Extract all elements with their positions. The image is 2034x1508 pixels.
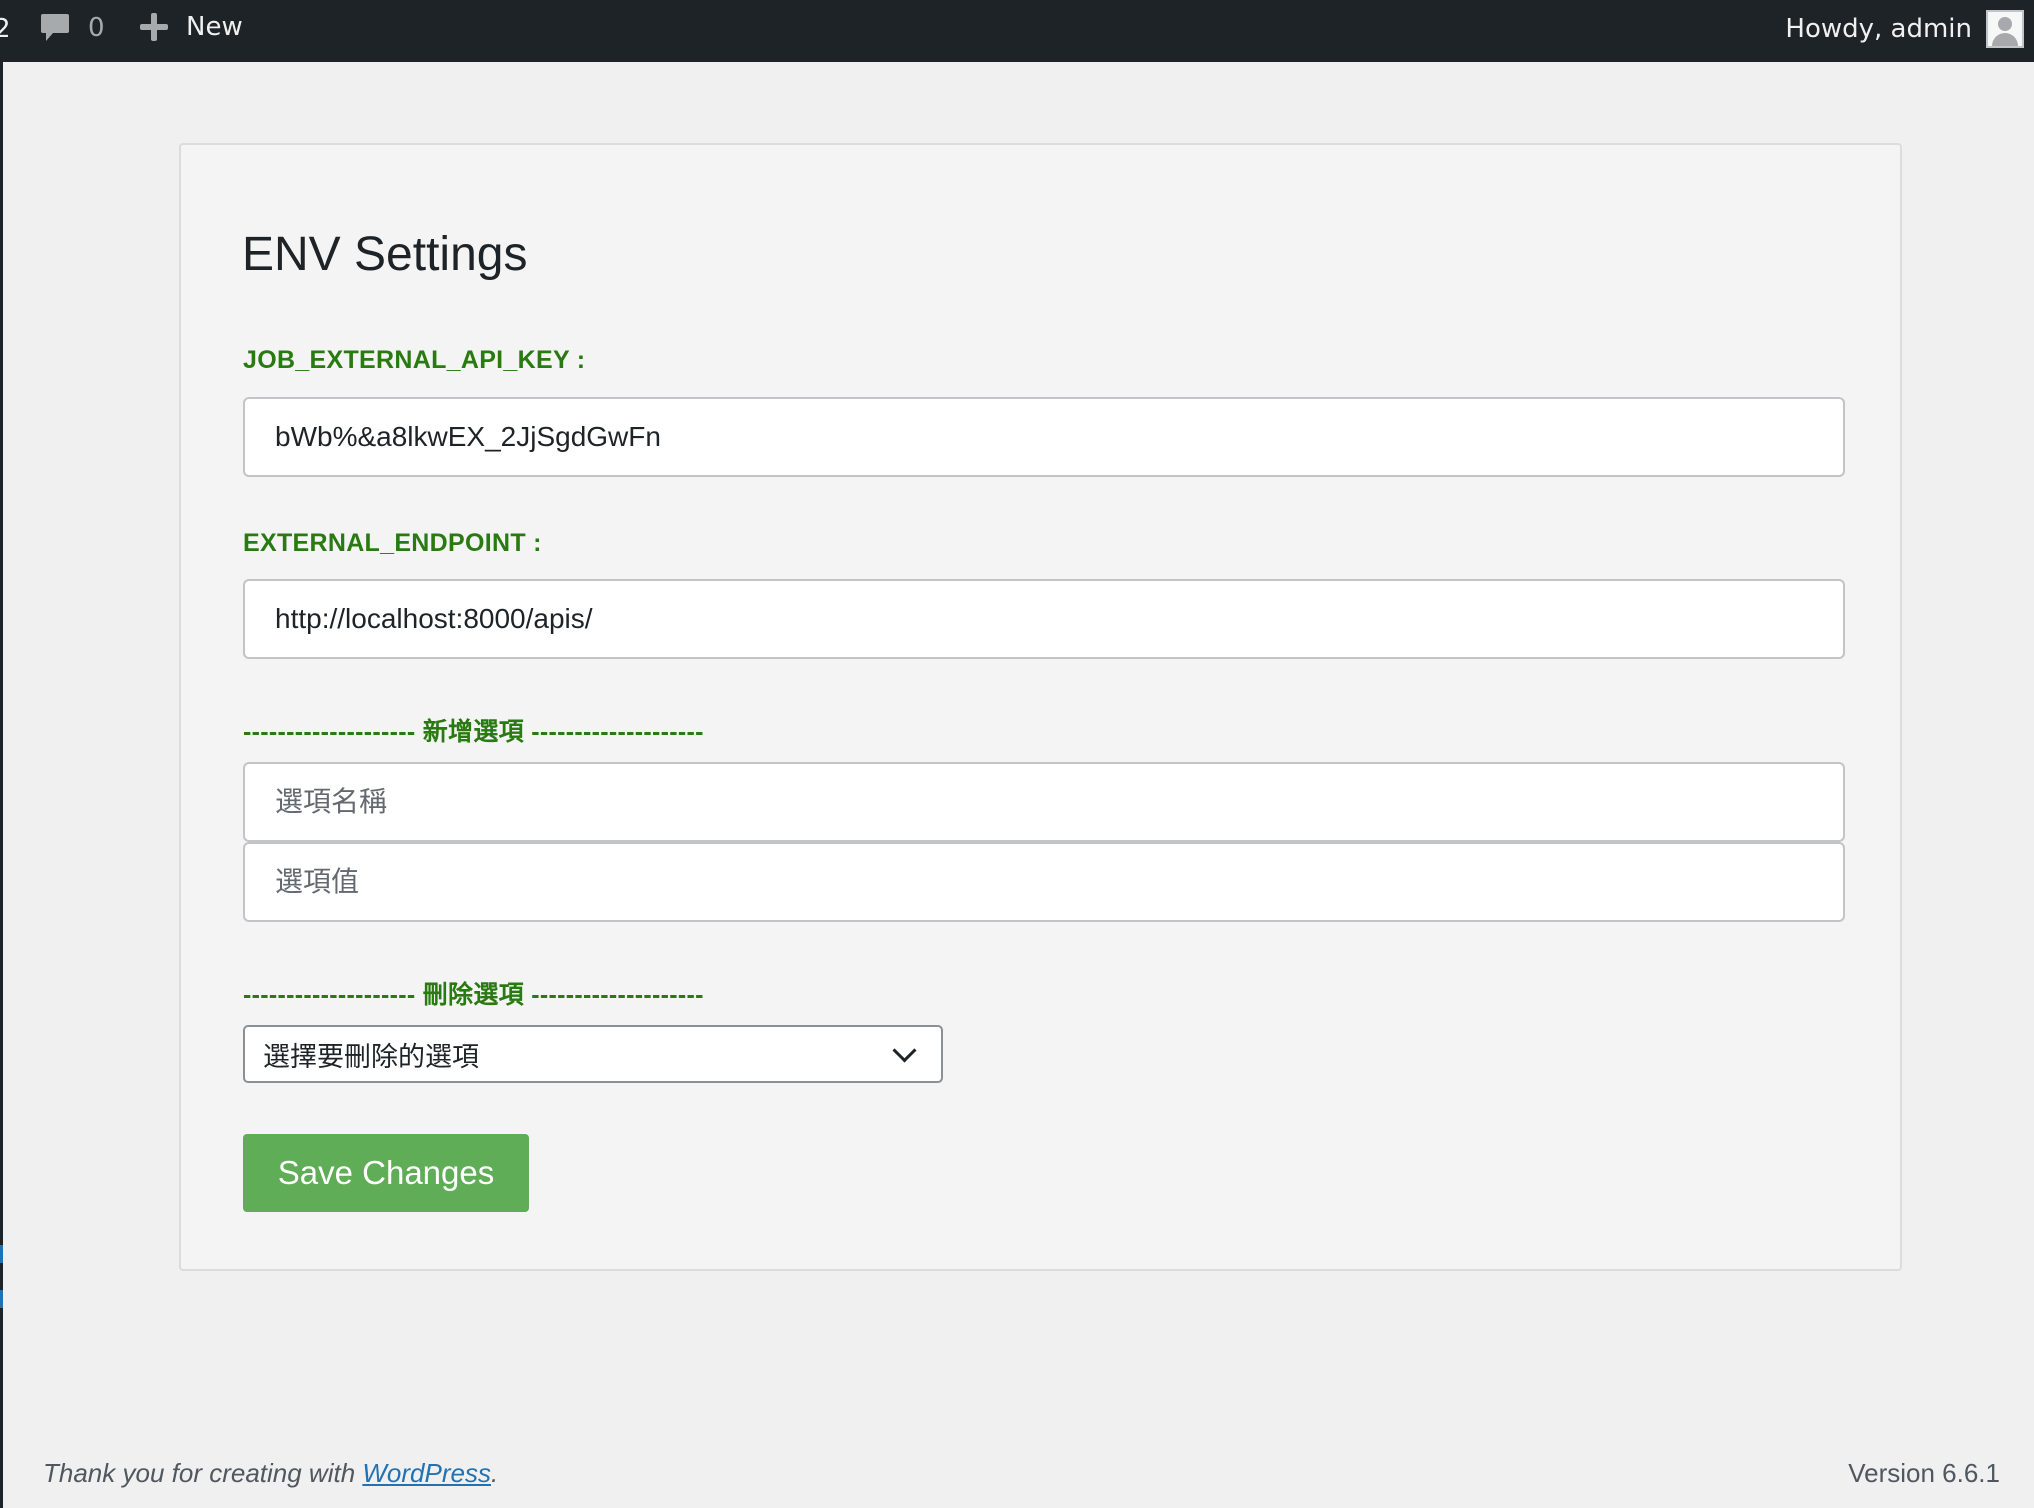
admin-bar-updates-count[interactable]: 2 [0, 14, 11, 44]
avatar-head-shape [1998, 17, 2012, 31]
delete-option-heading: -------------------- 刪除選項 --------------… [243, 981, 704, 1009]
comments-count: 0 [88, 13, 105, 43]
settings-card: ENV Settings JOB_EXTERNAL_API_KEY : EXTE… [179, 143, 1902, 1271]
option-value-input[interactable] [243, 842, 1845, 922]
page-title: ENV Settings [242, 228, 528, 281]
footer-thanks-prefix: Thank you for creating with [43, 1458, 363, 1488]
chevron-down-icon [892, 1037, 917, 1063]
delete-option-select-value: 選擇要刪除的選項 [263, 1041, 479, 1072]
comments-link[interactable]: 0 [40, 12, 105, 44]
add-option-heading: -------------------- 新增選項 --------------… [243, 718, 704, 746]
footer-thanks: Thank you for creating with WordPress. [43, 1458, 498, 1489]
new-content-label: New [186, 12, 243, 42]
option-name-input[interactable] [243, 762, 1845, 842]
api-key-label: JOB_EXTERNAL_API_KEY : [243, 346, 586, 374]
avatar-body-shape [1992, 33, 2018, 46]
admin-bar: 2 0 New Howdy, admin [0, 0, 2034, 62]
howdy-text: Howdy, admin [1785, 14, 1972, 44]
plus-icon [140, 13, 168, 41]
endpoint-input[interactable] [243, 579, 1845, 659]
comment-bubble-icon [41, 14, 69, 41]
my-account-menu[interactable]: Howdy, admin [1785, 10, 2024, 48]
wordpress-link[interactable]: WordPress [362, 1458, 491, 1488]
api-key-input[interactable] [243, 397, 1845, 477]
save-changes-button[interactable]: Save Changes [243, 1134, 529, 1212]
footer-thanks-suffix: . [490, 1458, 499, 1488]
admin-menu-marker [0, 1245, 3, 1263]
admin-menu-marker [0, 1290, 3, 1308]
footer-version: Version 6.6.1 [1848, 1458, 2000, 1488]
avatar [1986, 10, 2024, 48]
delete-option-select[interactable]: 選擇要刪除的選項 [243, 1025, 943, 1083]
endpoint-label: EXTERNAL_ENDPOINT : [243, 529, 542, 557]
new-content-link[interactable]: New [140, 12, 243, 42]
